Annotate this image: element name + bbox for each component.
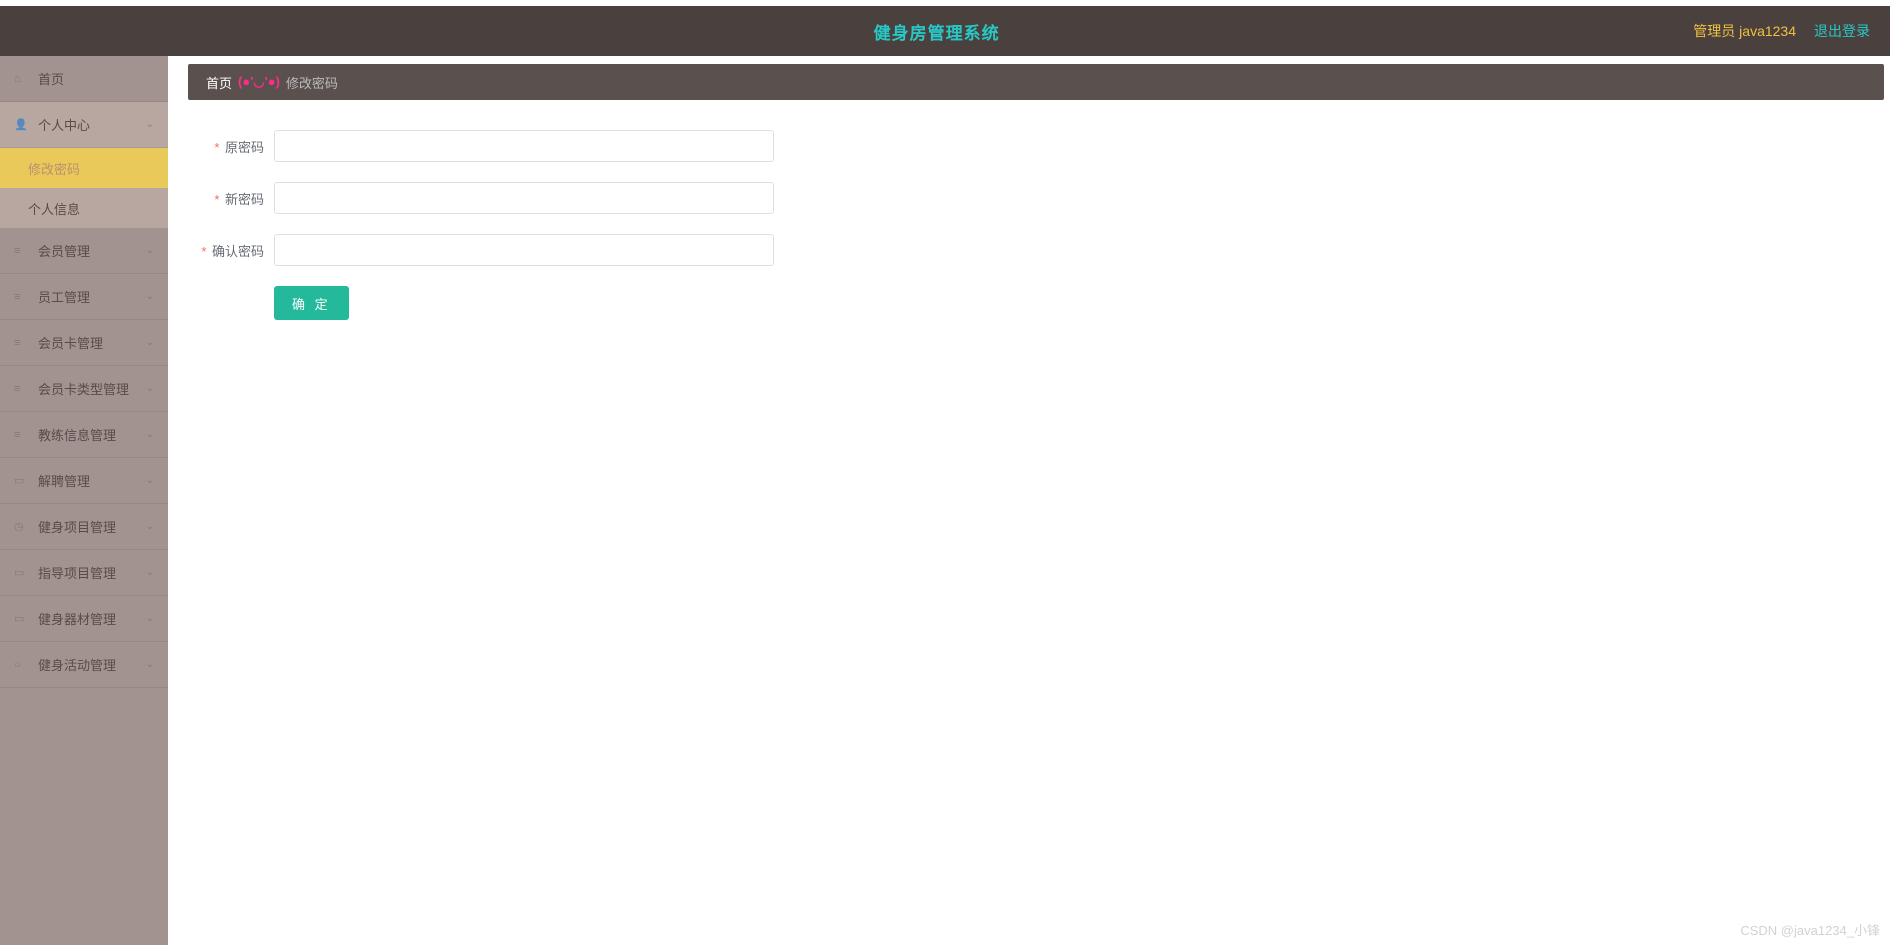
sidebar: ⌂ 首页 👤 个人中心 ⌄ 修改密码个人信息 ≡ 会员管理 ⌄ ≡ 员工管理 ⌄ ≡ 会员卡管理 ⌄ ≡ 会员卡… bbox=[0, 56, 168, 945]
circle-icon: ○ bbox=[14, 659, 30, 671]
chevron-down-icon: ⌄ bbox=[146, 521, 154, 532]
breadcrumb: 首页 (●'◡'●) 修改密码 bbox=[188, 64, 1884, 100]
sidebar-item-label: 健身器材管理 bbox=[38, 609, 116, 628]
sidebar-item-9[interactable]: ▭ 指导项目管理 ⌄ bbox=[0, 550, 168, 596]
bar-icon: ≡ bbox=[14, 337, 30, 349]
submit-button[interactable]: 确 定 bbox=[274, 286, 349, 320]
form-row-confirm-password: * 确认密码 bbox=[188, 234, 1008, 266]
sidebar-item-7[interactable]: ▭ 解聘管理 ⌄ bbox=[0, 458, 168, 504]
logout-link[interactable]: 退出登录 bbox=[1814, 21, 1870, 41]
old-password-input[interactable] bbox=[274, 130, 774, 162]
content: 首页 (●'◡'●) 修改密码 * 原密码 * 新密码 * 确认密码确 定 bbox=[168, 56, 1890, 945]
sidebar-item-0[interactable]: ⌂ 首页 bbox=[0, 56, 168, 102]
sidebar-item-label: 个人中心 bbox=[38, 115, 90, 134]
sidebar-item-11[interactable]: ○ 健身活动管理 ⌄ bbox=[0, 642, 168, 688]
chevron-down-icon: ⌄ bbox=[146, 567, 154, 578]
required-mark: * bbox=[201, 244, 206, 259]
confirm-password-input[interactable] bbox=[274, 234, 774, 266]
chevron-down-icon: ⌄ bbox=[146, 613, 154, 624]
breadcrumb-home[interactable]: 首页 bbox=[206, 73, 232, 92]
chevron-down-icon: ⌄ bbox=[146, 245, 154, 256]
clock-icon: ◷ bbox=[14, 520, 30, 533]
required-mark: * bbox=[214, 192, 219, 207]
sidebar-item-6[interactable]: ≡ 教练信息管理 ⌄ bbox=[0, 412, 168, 458]
change-password-form: * 原密码 * 新密码 * 确认密码确 定 bbox=[188, 100, 1008, 370]
header: 健身房管理系统 管理员 java1234 退出登录 bbox=[0, 6, 1890, 56]
label-new-password: * 新密码 bbox=[188, 189, 274, 208]
sidebar-item-label: 健身项目管理 bbox=[38, 517, 116, 536]
chevron-down-icon: ⌄ bbox=[146, 337, 154, 348]
sidebar-item-label: 健身活动管理 bbox=[38, 655, 116, 674]
current-user-label[interactable]: 管理员 java1234 bbox=[1693, 21, 1796, 41]
control-new-password bbox=[274, 182, 774, 214]
sidebar-item-label: 首页 bbox=[38, 69, 64, 88]
form-submit-row: 确 定 bbox=[188, 286, 1008, 320]
chevron-down-icon: ⌄ bbox=[146, 475, 154, 486]
user-icon: 👤 bbox=[14, 118, 30, 131]
sidebar-item-label: 会员卡类型管理 bbox=[38, 379, 129, 398]
sidebar-item-4[interactable]: ≡ 会员卡管理 ⌄ bbox=[0, 320, 168, 366]
sidebar-item-8[interactable]: ◷ 健身项目管理 ⌄ bbox=[0, 504, 168, 550]
chart-icon: ≡ bbox=[14, 245, 30, 257]
doc-icon: ▭ bbox=[14, 566, 30, 579]
breadcrumb-current: 修改密码 bbox=[286, 73, 338, 92]
sidebar-item-label: 员工管理 bbox=[38, 287, 90, 306]
box-icon: ▭ bbox=[14, 612, 30, 625]
list-icon: ≡ bbox=[14, 383, 30, 395]
sidebar-item-label: 会员管理 bbox=[38, 241, 90, 260]
home-icon: ⌂ bbox=[14, 73, 30, 85]
chevron-down-icon: ⌄ bbox=[146, 383, 154, 394]
list-icon: ≡ bbox=[14, 429, 30, 441]
sidebar-item-10[interactable]: ▭ 健身器材管理 ⌄ bbox=[0, 596, 168, 642]
new-password-input[interactable] bbox=[274, 182, 774, 214]
chevron-down-icon: ⌄ bbox=[146, 291, 154, 302]
app-title: 健身房管理系统 bbox=[180, 19, 1693, 44]
sidebar-item-label: 解聘管理 bbox=[38, 471, 90, 490]
sidebar-item-2[interactable]: ≡ 会员管理 ⌄ bbox=[0, 228, 168, 274]
chevron-down-icon: ⌄ bbox=[146, 659, 154, 670]
chevron-down-icon: ⌄ bbox=[146, 119, 154, 130]
chevron-down-icon: ⌄ bbox=[146, 429, 154, 440]
label-confirm-password: * 确认密码 bbox=[188, 241, 274, 260]
sidebar-item-label: 指导项目管理 bbox=[38, 563, 116, 582]
sidebar-item-label: 教练信息管理 bbox=[38, 425, 116, 444]
sidebar-item-label: 会员卡管理 bbox=[38, 333, 103, 352]
sidebar-item-1[interactable]: 👤 个人中心 ⌄ bbox=[0, 102, 168, 148]
form-row-new-password: * 新密码 bbox=[188, 182, 1008, 214]
submenu-item-1-1[interactable]: 个人信息 bbox=[0, 188, 168, 228]
sidebar-item-3[interactable]: ≡ 员工管理 ⌄ bbox=[0, 274, 168, 320]
required-mark: * bbox=[214, 140, 219, 155]
form-row-old-password: * 原密码 bbox=[188, 130, 1008, 162]
list-icon: ≡ bbox=[14, 291, 30, 303]
header-right: 管理员 java1234 退出登录 bbox=[1693, 21, 1870, 41]
case-icon: ▭ bbox=[14, 474, 30, 487]
submenu-item-1-0[interactable]: 修改密码 bbox=[0, 148, 168, 188]
breadcrumb-separator: (●'◡'●) bbox=[238, 74, 280, 90]
submenu-1: 修改密码个人信息 bbox=[0, 148, 168, 228]
sidebar-item-5[interactable]: ≡ 会员卡类型管理 ⌄ bbox=[0, 366, 168, 412]
label-old-password: * 原密码 bbox=[188, 137, 274, 156]
control-old-password bbox=[274, 130, 774, 162]
control-confirm-password bbox=[274, 234, 774, 266]
